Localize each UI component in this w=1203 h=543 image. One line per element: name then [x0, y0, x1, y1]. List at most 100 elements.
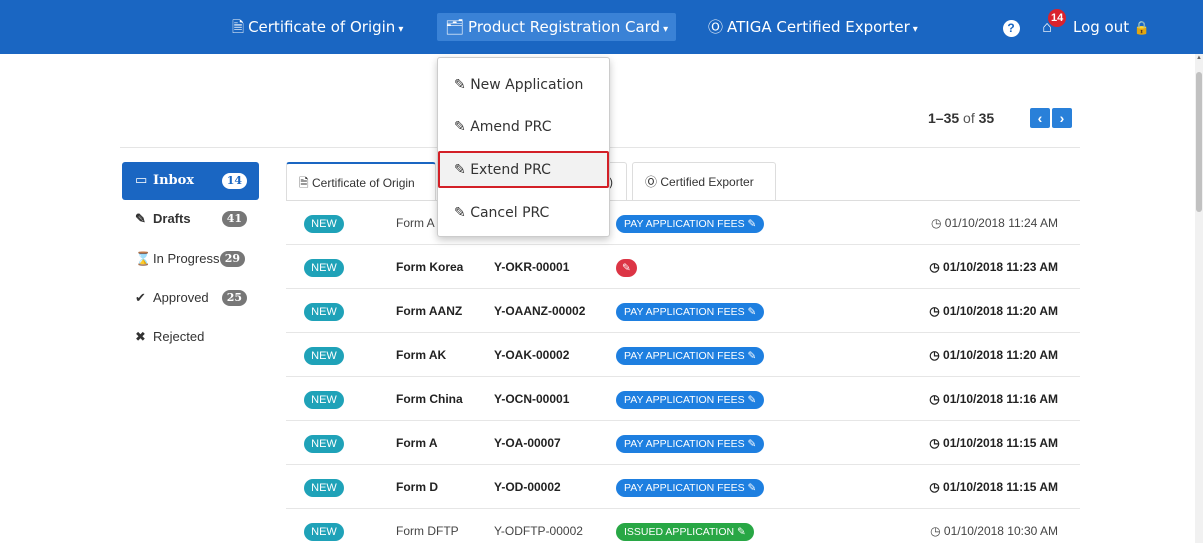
tab-label: Certificate of Origin — [312, 176, 415, 190]
sidebar-item-drafts[interactable]: ✎ Drafts 41 — [122, 200, 259, 238]
hourglass-icon: ⌛ — [135, 251, 152, 266]
pagination-of: of — [963, 110, 975, 126]
scroll-thumb[interactable] — [1196, 72, 1202, 212]
table-row[interactable]: NEW Form AK Y-OAK-00002 PAY APPLICATION FEE… — [286, 333, 1080, 377]
clock-icon: ◷ — [930, 524, 944, 538]
caret-down-icon: ▾ — [912, 24, 918, 35]
menu-item-extend-prc[interactable]: ✎ Extend PRC — [438, 152, 609, 188]
sidebar-item-label: In Progress — [153, 251, 220, 266]
exporter-icon: Ⓞ — [708, 18, 724, 36]
pencil-icon: ✎ — [454, 77, 466, 93]
tab-certified-exporter[interactable]: Ⓞ Certified Exporter — [632, 162, 776, 200]
pencil-icon: ✎ — [454, 119, 466, 135]
table-row[interactable]: NEW Form AANZ Y-OAANZ-00002 PAY APPLICATION… — [286, 289, 1080, 333]
table-row[interactable]: NEW Form A PAY APPLICATION FEES ✎ ◷ 01/10/2… — [286, 201, 1080, 245]
tag-icon: ✎ — [747, 482, 757, 494]
table-row[interactable]: NEW Form DFTP Y-ODFTP-00002 ISSUED APPLICAT… — [286, 509, 1080, 543]
pagination-info: 1–35 of 35 — [928, 110, 994, 126]
timestamp: ◷ 01/10/2018 10:30 AM — [930, 524, 1058, 538]
clock-icon: ◷ — [929, 436, 944, 450]
new-badge: NEW — [304, 435, 344, 453]
timestamp: ◷ 01/10/2018 11:20 AM — [929, 348, 1058, 362]
timestamp-value: 01/10/2018 11:16 AM — [943, 392, 1058, 406]
clock-icon: ◷ — [929, 304, 944, 318]
lock-icon: 🔒 — [1133, 21, 1151, 36]
scroll-up-arrow-icon[interactable]: ▲ — [1195, 54, 1203, 62]
menu-item-amend-prc[interactable]: ✎ Amend PRC — [438, 109, 609, 145]
status-badge[interactable]: PAY APPLICATION FEES ✎ — [616, 347, 765, 365]
form-type: Form AK — [396, 348, 447, 362]
sidebar-item-inbox[interactable]: ▭ Inbox 14 — [122, 162, 259, 200]
pagination-total: 35 — [978, 110, 995, 126]
tag-icon: ✎ — [747, 438, 757, 450]
page-scrollbar[interactable]: ▲ — [1195, 54, 1203, 543]
menu-item-cancel-prc[interactable]: ✎ Cancel PRC — [438, 195, 609, 231]
status-badge[interactable]: PAY APPLICATION FEES ✎ — [616, 391, 765, 409]
top-navbar: 🗎 Certificate of Origin ▾ 🗂 Product Registr… — [0, 0, 1203, 54]
status-label: PAY APPLICATION FEES — [624, 394, 745, 406]
table-row[interactable]: NEW Form China Y-OCN-00001 PAY APPLICATION … — [286, 377, 1080, 421]
exporter-icon: Ⓞ — [645, 175, 658, 189]
status-label: PAY APPLICATION FEES — [624, 218, 745, 230]
status-badge[interactable]: PAY APPLICATION FEES ✎ — [616, 303, 765, 321]
form-type: Form Korea — [396, 260, 464, 274]
times-circle-icon: ✖ — [135, 329, 146, 344]
menu-item-label: New Application — [470, 77, 584, 93]
status-label: ISSUED APPLICATION — [624, 526, 735, 538]
new-badge: NEW — [304, 303, 344, 321]
edit-icon: ✎ — [135, 211, 146, 226]
pagination-range: 1–35 — [928, 110, 960, 126]
status-badge[interactable]: ISSUED APPLICATION ✎ — [616, 523, 754, 541]
nav-atiga-certified-exporter[interactable]: Ⓞ ATIGA Certified Exporter ▾ — [708, 13, 918, 41]
tag-icon: ✎ — [747, 306, 757, 318]
nav-certificate-of-origin[interactable]: 🗎 Certificate of Origin ▾ — [232, 13, 403, 41]
prc-dropdown-menu: ✎ New Application ✎ Amend PRC ✎ Extend P… — [437, 57, 610, 237]
reference-number: Y-OD-00002 — [494, 480, 561, 494]
sidebar-item-rejected[interactable]: ✖ Rejected — [122, 318, 259, 356]
sidebar-item-in-progress[interactable]: ⌛ In Progress 29 — [122, 240, 259, 278]
logout-button[interactable]: Log out 🔒 — [1073, 13, 1150, 41]
sidebar-item-approved[interactable]: ✔ Approved 25 — [122, 279, 259, 317]
clock-icon: ◷ — [929, 348, 944, 362]
menu-item-new-application[interactable]: ✎ New Application — [438, 67, 609, 103]
new-badge: NEW — [304, 391, 344, 409]
table-row[interactable]: NEW Form A Y-OA-00007 PAY APPLICATION FEES … — [286, 421, 1080, 465]
chevron-left-icon[interactable]: ‹ — [1030, 108, 1050, 128]
logout-label: Log out — [1073, 18, 1130, 36]
timestamp-value: 01/10/2018 11:24 AM — [944, 216, 1058, 230]
timestamp: ◷ 01/10/2018 11:15 AM — [929, 436, 1058, 450]
count-badge: 14 — [221, 173, 247, 189]
timestamp-value: 01/10/2018 11:20 AM — [943, 304, 1058, 318]
reference-number: Y-OKR-00001 — [494, 260, 570, 274]
tab-certificate-of-origin[interactable]: 🗎 Certificate of Origin — [286, 162, 436, 200]
form-type: Form D — [396, 480, 438, 494]
timestamp-value: 01/10/2018 11:20 AM — [943, 348, 1058, 362]
nav-product-registration-card[interactable]: 🗂 Product Registration Card ▾ — [437, 13, 677, 41]
status-badge[interactable]: PAY APPLICATION FEES ✎ — [616, 479, 765, 497]
new-badge: NEW — [304, 523, 344, 541]
inbox-icon: ▭ — [135, 173, 148, 188]
form-type: Form AANZ — [396, 304, 463, 318]
clock-icon: ◷ — [929, 480, 944, 494]
clock-icon: ◷ — [930, 216, 945, 230]
pencil-icon: ✎ — [454, 162, 466, 178]
notification-badge[interactable]: 14 — [1048, 9, 1067, 27]
timestamp-value: 01/10/2018 11:15 AM — [943, 480, 1058, 494]
clock-icon: ◷ — [929, 260, 944, 274]
form-type: Form DFTP — [396, 524, 459, 538]
status-badge[interactable]: PAY APPLICATION FEES ✎ — [616, 215, 765, 233]
question-circle-icon[interactable]: ? — [1000, 17, 1022, 39]
reference-number: Y-ODFTP-00002 — [494, 524, 583, 538]
tag-icon: ✎ — [622, 262, 631, 274]
form-type: Form A — [396, 216, 435, 230]
table-row[interactable]: NEW Form D Y-OD-00002 PAY APPLICATION FEES … — [286, 465, 1080, 509]
table-row[interactable]: NEW Form Korea Y-OKR-00001 ✎ ◷ 01/10/2018 11… — [286, 245, 1080, 289]
status-badge[interactable]: PAY APPLICATION FEES ✎ — [616, 435, 765, 453]
check-circle-icon: ✔ — [135, 290, 146, 305]
reference-number: Y-OAK-00002 — [494, 348, 570, 362]
chevron-right-icon[interactable]: › — [1052, 108, 1072, 128]
tag-icon: ✎ — [747, 218, 757, 230]
status-badge[interactable]: ✎ — [616, 259, 637, 277]
timestamp: ◷ 01/10/2018 11:16 AM — [929, 392, 1058, 406]
nav-prc-label: Product Registration Card — [468, 18, 661, 36]
